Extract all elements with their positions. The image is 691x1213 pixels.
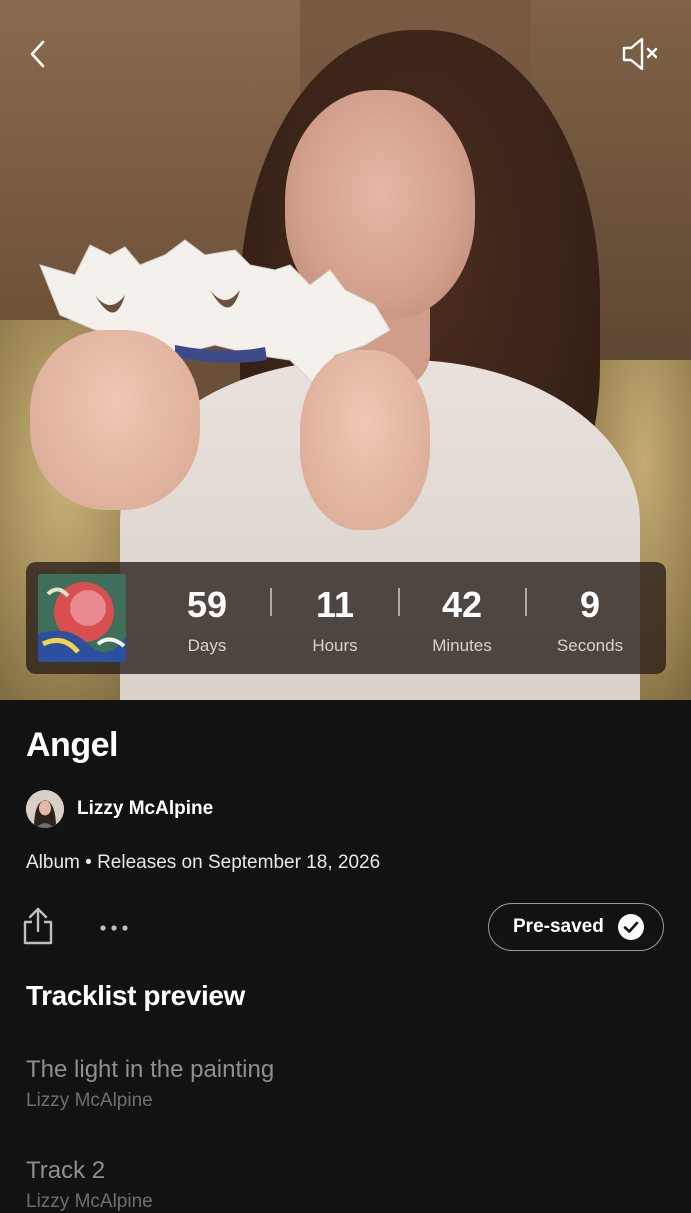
- speaker-muted-icon: [622, 37, 658, 71]
- album-cover: [38, 574, 126, 662]
- countdown-label: Seconds: [556, 636, 624, 655]
- track-artist: Lizzy McAlpine: [26, 1191, 153, 1212]
- artist-name: Lizzy McAlpine: [77, 798, 214, 819]
- back-button[interactable]: [18, 34, 58, 74]
- countdown-hours: 11 Hours: [275, 584, 395, 656]
- countdown-label: Minutes: [432, 636, 492, 655]
- countdown-value: 11: [315, 584, 355, 625]
- share-button[interactable]: [20, 905, 56, 947]
- check-circle-icon: [617, 914, 644, 940]
- countdown-divider: [525, 588, 527, 616]
- track-title: The light in the painting: [26, 1056, 275, 1083]
- presave-label: Pre-saved: [513, 916, 604, 937]
- more-options-button[interactable]: [94, 914, 134, 942]
- artist-link[interactable]: Lizzy McAlpine: [26, 790, 213, 828]
- track-item[interactable]: Track 2 Lizzy McAlpine: [26, 1157, 153, 1213]
- artist-avatar: [26, 790, 64, 828]
- person-hand: [30, 330, 200, 510]
- countdown-label: Hours: [312, 636, 358, 655]
- countdown-value: 9: [579, 584, 601, 625]
- countdown-seconds: 9 Seconds: [530, 584, 650, 656]
- countdown-label: Days: [187, 636, 227, 655]
- album-title: Angel: [26, 726, 118, 764]
- person-hand: [300, 350, 430, 530]
- countdown-minutes: 42 Minutes: [402, 584, 522, 656]
- countdown-value: 42: [441, 584, 483, 625]
- track-artist: Lizzy McAlpine: [26, 1090, 153, 1111]
- presave-button[interactable]: Pre-saved: [488, 903, 664, 951]
- track-item[interactable]: The light in the painting Lizzy McAlpine: [26, 1056, 274, 1112]
- release-countdown: 59 Days 11 Hours 42 Minutes 9 Seconds: [26, 562, 666, 674]
- countdown-days: 59 Days: [147, 584, 267, 656]
- album-meta: Album • Releases on September 18, 2026: [26, 852, 381, 873]
- countdown-divider: [270, 588, 272, 616]
- track-title: Track 2: [26, 1157, 106, 1184]
- countdown-value: 59: [186, 584, 228, 625]
- more-horizontal-icon: [100, 925, 128, 931]
- mute-button[interactable]: [616, 32, 664, 76]
- share-icon: [23, 907, 53, 945]
- tracklist-heading: Tracklist preview: [26, 980, 245, 1011]
- chevron-left-icon: [30, 40, 45, 68]
- countdown-divider: [398, 588, 400, 616]
